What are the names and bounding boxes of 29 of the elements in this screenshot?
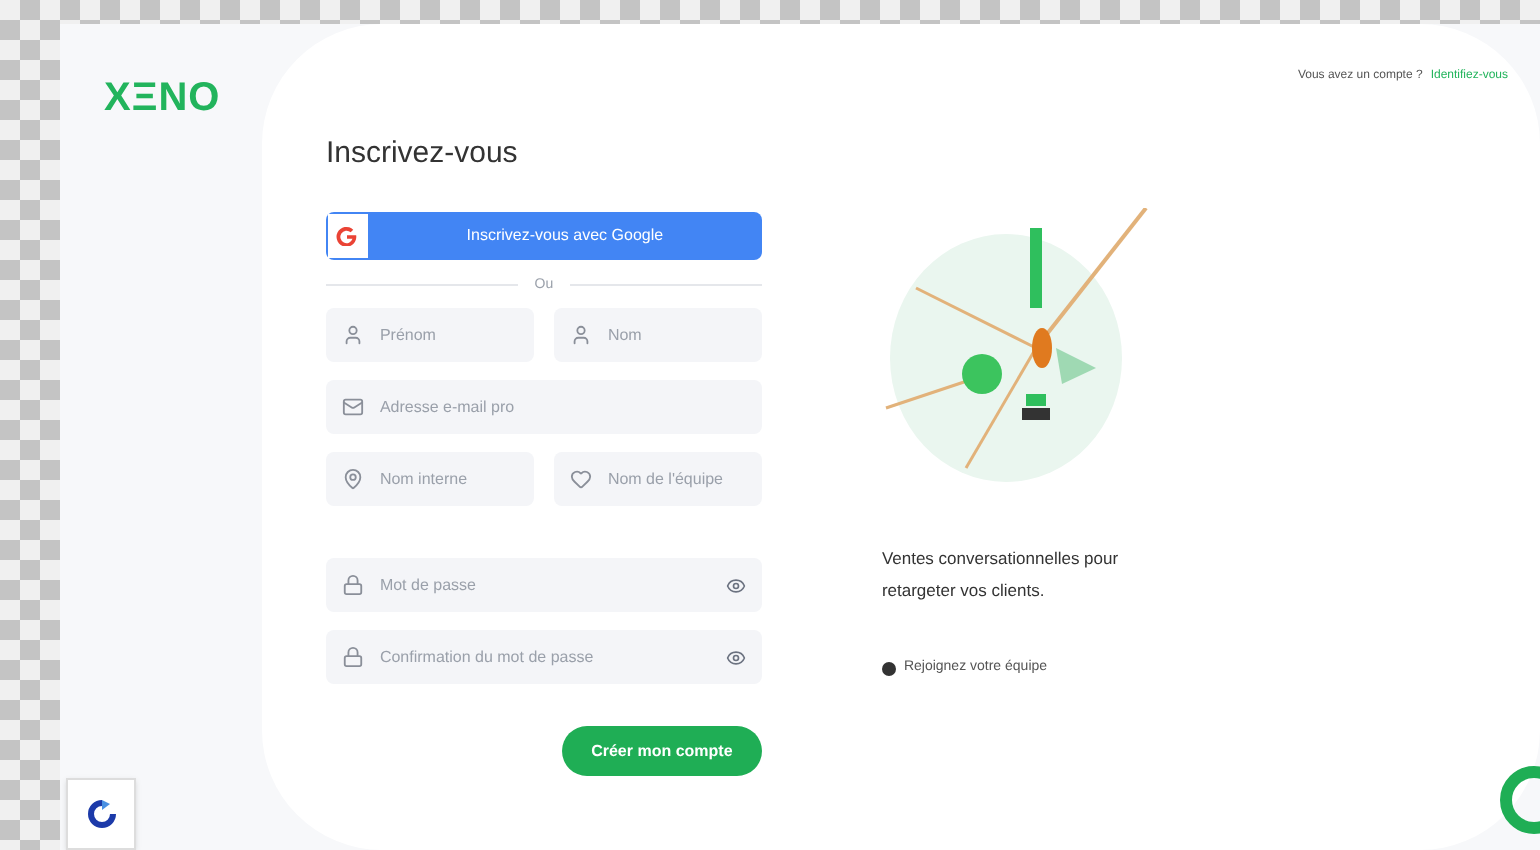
text-input[interactable]: Confirmation du mot de passe [379, 645, 710, 669]
text-input[interactable]: Mot de passe [379, 573, 710, 597]
pin-icon [341, 468, 364, 490]
input-field[interactable]: Adresse e-mail pro [325, 380, 762, 434]
google-icon [336, 224, 359, 246]
logo: XΞNO [104, 74, 223, 124]
text-input[interactable]: Nom [607, 323, 746, 347]
create-account-button[interactable]: Créer mon compte [561, 726, 762, 776]
eye-icon[interactable] [725, 575, 746, 595]
input-field[interactable]: Prénom [325, 308, 534, 362]
text-input[interactable]: Nom de l'équipe [607, 467, 746, 491]
text-input[interactable]: Prénom [379, 323, 518, 347]
input-field[interactable]: Nom [553, 308, 762, 362]
lock-icon [341, 646, 364, 668]
google-signup-button[interactable]: Inscrivez-vous avec Google [325, 211, 762, 259]
text-input[interactable]: Nom interne [379, 467, 518, 491]
input-field[interactable]: Nom interne [325, 452, 534, 506]
person-icon [569, 324, 592, 346]
text-input[interactable]: Adresse e-mail pro [379, 395, 746, 419]
input-field[interactable]: Mot de passe [325, 558, 762, 612]
input-field[interactable]: Nom de l'équipe [553, 452, 762, 506]
form-title: Inscrivez-vous [325, 134, 520, 174]
lock-icon [341, 574, 364, 596]
heart-icon [569, 468, 592, 490]
promo-headline: Ventes conversationnelles pour retargeter vos clients. [881, 546, 1121, 604]
eye-icon[interactable] [725, 647, 746, 667]
mail-icon [341, 396, 364, 418]
person-icon [341, 324, 364, 346]
input-field[interactable]: Confirmation du mot de passe [325, 630, 762, 684]
